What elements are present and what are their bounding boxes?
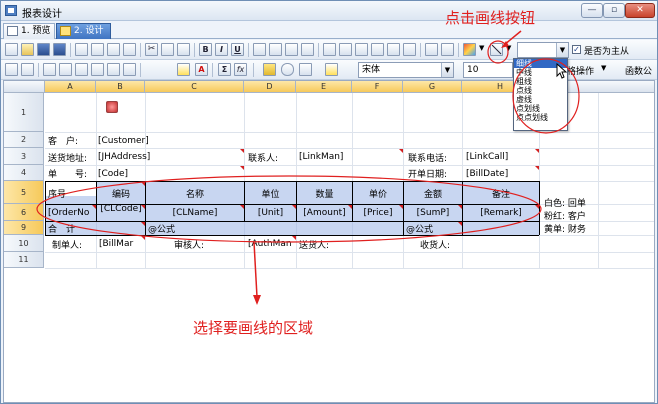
- ellipse-around-selected-area: [36, 175, 542, 243]
- arrow-to-selected-area: [253, 241, 258, 298]
- circle-around-line-menu: [512, 58, 580, 134]
- annotation-overlay: [36, 30, 580, 305]
- report-designer-window: 报表设计 — ▫ ✕ 1. 预览 2. 设计 ✂ B I U ▼ ▼ ▼ ✓ 是…: [0, 0, 658, 404]
- arrowhead-icon: [253, 295, 261, 305]
